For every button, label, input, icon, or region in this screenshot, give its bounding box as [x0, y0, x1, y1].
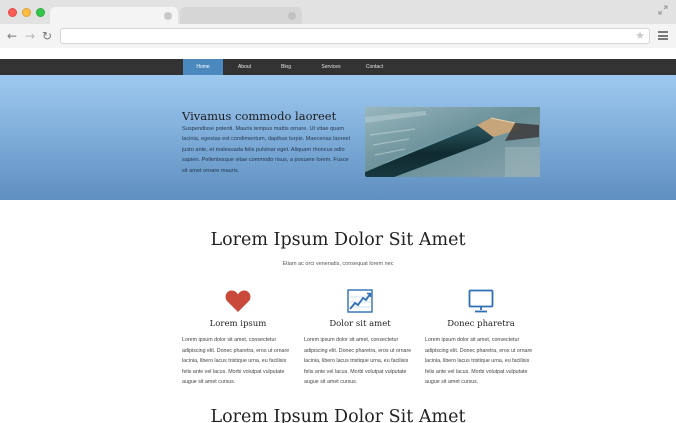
reload-icon[interactable]: ↻: [41, 29, 53, 43]
minimize-window-button[interactable]: [22, 8, 31, 17]
forward-arrow-icon[interactable]: →: [24, 29, 36, 43]
browser-tab-inactive[interactable]: [180, 7, 302, 24]
tab-close-icon[interactable]: [288, 12, 296, 20]
back-arrow-icon[interactable]: ←: [6, 29, 18, 43]
site-navbar: Home About Blog Services Contact: [0, 59, 676, 75]
window-controls: [8, 8, 45, 17]
section-title: Lorem Ipsum Dolor Sit Amet: [210, 230, 466, 250]
nav-item-home[interactable]: Home: [183, 59, 223, 75]
hero-title: Vivamus commodo laoreet: [182, 109, 337, 123]
browser-chrome: ← → ↻ ★: [0, 0, 676, 48]
tab-close-icon[interactable]: [164, 12, 172, 20]
nav-item-contact[interactable]: Contact: [356, 59, 393, 75]
heart-icon: [225, 290, 251, 312]
hero-pen-image: [365, 107, 540, 177]
chart-icon: [347, 289, 373, 313]
close-window-button[interactable]: [8, 8, 17, 17]
maximize-window-button[interactable]: [36, 8, 45, 17]
address-bar[interactable]: ★: [60, 28, 650, 44]
section-subtitle: Etiam ac orci venenatis, consequat lorem…: [282, 261, 394, 267]
hero-banner: Vivamus commodo laoreet Suspendisse pote…: [0, 75, 676, 200]
feature-text: Lorem ipsum dolor sit amet, consectetur …: [182, 337, 290, 386]
bookmark-star-icon[interactable]: ★: [635, 29, 645, 43]
feature-text: Lorem ipsum dolor sit amet, consectetur …: [304, 337, 412, 386]
fullscreen-icon[interactable]: [658, 5, 668, 15]
feature-title: Donec pharetra: [447, 319, 515, 329]
browser-tab-active[interactable]: [50, 7, 178, 24]
feature-text: Lorem ipsum dolor sit amet, consectetur …: [425, 337, 533, 386]
feature-title: Lorem ipsum: [209, 319, 267, 329]
section-title: Lorem Ipsum Dolor Sit Amet: [210, 407, 466, 423]
feature-title: Dolor sit amet: [329, 319, 391, 329]
nav-item-blog[interactable]: Blog: [266, 59, 306, 75]
monitor-icon: [468, 289, 494, 313]
nav-item-about[interactable]: About: [223, 59, 266, 75]
hero-text: Suspendisse potenti. Mauris tempus matti…: [182, 126, 351, 174]
nav-item-services[interactable]: Services: [306, 59, 356, 75]
browser-menu-icon[interactable]: [658, 31, 668, 40]
nav-menu: Home About Blog Services Contact: [183, 59, 393, 75]
browser-toolbar: ← → ↻ ★: [0, 24, 676, 48]
